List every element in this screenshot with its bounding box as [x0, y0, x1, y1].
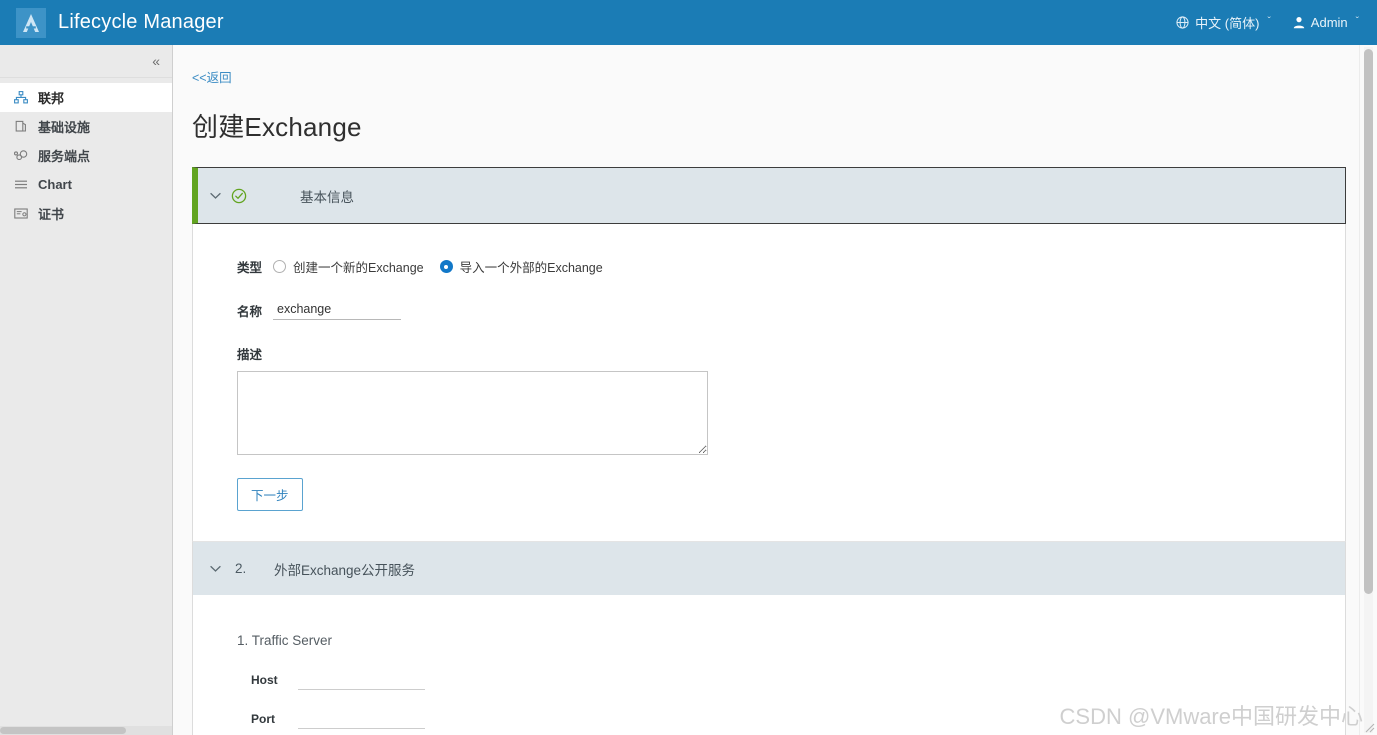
step-number: 2.	[235, 561, 247, 576]
name-field-row: 名称	[193, 300, 1345, 320]
main-content: <<返回 创建Exchange 基本信息 类型 创建一个新的Exchange 导…	[173, 45, 1377, 735]
sidebar-item-chart[interactable]: Chart	[0, 170, 172, 199]
sidebar-header: «	[0, 45, 172, 78]
port-input[interactable]	[298, 709, 425, 729]
content-right-edge	[1359, 45, 1360, 735]
step-header-external-exchange-service[interactable]: 2. 外部Exchange公开服务	[192, 542, 1346, 595]
radio-dot-icon	[439, 260, 453, 273]
header-brand: Lifecycle Manager	[0, 7, 224, 38]
chevron-down-icon: ˇ	[1267, 16, 1271, 27]
language-selector[interactable]: 中文 (简体) ˇ	[1176, 13, 1271, 32]
sidebar-item-label: Chart	[38, 177, 72, 192]
app-root: Lifecycle Manager 中文 (简体) ˇ Admin ˇ « 联邦…	[0, 0, 1377, 735]
scrollbar-thumb[interactable]	[0, 727, 126, 734]
radio-dot-icon	[273, 260, 286, 273]
host-input[interactable]	[298, 670, 425, 690]
chevron-down-icon[interactable]	[204, 192, 226, 200]
page-vertical-scrollbar[interactable]	[1364, 47, 1373, 733]
user-label: Admin	[1310, 15, 1348, 30]
host-label: Host	[251, 673, 278, 687]
person-icon	[1293, 16, 1305, 29]
type-label: 类型	[237, 261, 263, 275]
sidebar-item-infrastructure[interactable]: 基础设施	[0, 112, 172, 141]
sidebar-item-label: 证书	[38, 207, 65, 222]
header-actions: 中文 (简体) ˇ Admin ˇ	[1176, 13, 1377, 32]
list-icon	[14, 178, 31, 192]
step-title: 外部Exchange公开服务	[274, 562, 416, 578]
step-body-external-exchange-service: 1. Traffic Server Host Port 2. Nginx:	[192, 595, 1346, 735]
radio-import-external-exchange[interactable]: 导入一个外部的Exchange	[439, 257, 603, 276]
description-field-block: 描述 下一步	[193, 344, 1345, 511]
org-tree-icon	[14, 91, 31, 105]
description-label: 描述	[237, 348, 263, 362]
name-input[interactable]	[273, 300, 401, 320]
next-step-button[interactable]: 下一步	[237, 478, 303, 511]
sidebar: « 联邦 基础设施 服务端点 Chart 证书	[0, 45, 173, 735]
radio-label: 创建一个新的Exchange	[293, 261, 424, 275]
service-endpoint-icon	[14, 149, 31, 163]
page-title: 创建Exchange	[192, 112, 362, 142]
sidebar-item-federation[interactable]: 联邦	[0, 83, 172, 112]
type-field-row: 类型 创建一个新的Exchange 导入一个外部的Exchange	[193, 257, 1345, 276]
sidebar-item-certificate[interactable]: 证书	[0, 199, 172, 228]
infrastructure-icon	[14, 120, 31, 134]
check-circle-icon	[226, 188, 252, 204]
port-label: Port	[251, 712, 275, 726]
language-label: 中文 (简体)	[1195, 16, 1260, 31]
sidebar-nav: 联邦 基础设施 服务端点 Chart 证书	[0, 78, 172, 228]
port-field-row: Port	[193, 709, 1345, 729]
back-link[interactable]: <<返回	[192, 67, 232, 86]
sidebar-horizontal-scrollbar[interactable]	[0, 726, 172, 735]
chevron-down-icon[interactable]	[204, 565, 226, 573]
radio-create-new-exchange[interactable]: 创建一个新的Exchange	[273, 257, 424, 276]
main-inner: <<返回 创建Exchange 基本信息 类型 创建一个新的Exchange 导…	[173, 45, 1377, 735]
app-title: Lifecycle Manager	[58, 11, 224, 33]
type-radio-group: 创建一个新的Exchange 导入一个外部的Exchange	[273, 257, 603, 276]
avi-triangle-logo-icon	[16, 7, 46, 38]
radio-label: 导入一个外部的Exchange	[459, 261, 603, 275]
chevron-down-icon: ˇ	[1355, 16, 1359, 27]
user-menu[interactable]: Admin ˇ	[1293, 15, 1359, 30]
wizard-stepper: 基本信息 类型 创建一个新的Exchange 导入一个外部的Exchange 名…	[192, 167, 1346, 735]
sidebar-item-service-endpoint[interactable]: 服务端点	[0, 141, 172, 170]
app-header: Lifecycle Manager 中文 (简体) ˇ Admin ˇ	[0, 0, 1377, 45]
globe-icon	[1176, 16, 1189, 29]
sidebar-item-label: 联邦	[38, 91, 65, 106]
step-header-basic-info[interactable]: 基本信息	[192, 167, 1346, 224]
description-textarea[interactable]	[237, 371, 708, 455]
certificate-icon	[14, 207, 31, 221]
step-body-basic-info: 类型 创建一个新的Exchange 导入一个外部的Exchange 名称 exc…	[192, 224, 1346, 542]
host-field-row: Host	[193, 670, 1345, 690]
step-title: 基本信息	[300, 189, 354, 205]
scrollbar-thumb[interactable]	[1364, 49, 1373, 594]
sidebar-collapse-button[interactable]: «	[152, 54, 160, 68]
traffic-server-heading: 1. Traffic Server	[237, 633, 333, 648]
sidebar-item-label: 基础设施	[38, 120, 91, 135]
name-label: 名称	[237, 304, 263, 319]
sidebar-item-label: 服务端点	[38, 149, 91, 164]
